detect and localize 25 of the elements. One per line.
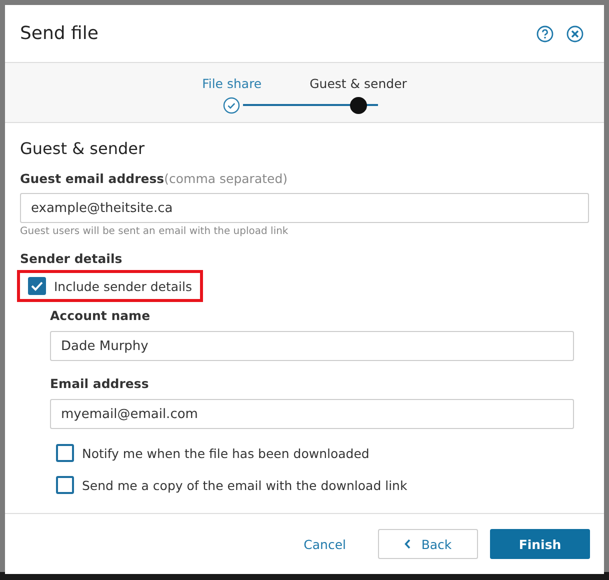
section-title: Guest & sender bbox=[20, 139, 146, 158]
finish-button[interactable]: Finish bbox=[490, 529, 590, 559]
close-icon[interactable] bbox=[566, 24, 584, 42]
group-label: Sender details bbox=[20, 251, 124, 266]
input-field[interactable]: myemail@email.com bbox=[50, 399, 574, 429]
step-label[interactable]: Guest & sender bbox=[310, 76, 407, 91]
field-label: Guest email address bbox=[20, 171, 164, 186]
help-icon[interactable] bbox=[536, 24, 554, 42]
cancel-button[interactable]: Cancel bbox=[284, 529, 366, 559]
dialog-title: Send file bbox=[20, 23, 100, 44]
back-button[interactable]: Back bbox=[378, 529, 478, 559]
checkbox-label: Send me a copy of the email with the download link bbox=[82, 478, 408, 492]
checkbox[interactable] bbox=[28, 277, 46, 295]
guest-email-field[interactable]: example@theitsite.ca bbox=[20, 193, 589, 223]
chevron-left-icon bbox=[404, 539, 412, 549]
checkbox[interactable] bbox=[56, 476, 74, 494]
help-text: Guest users will be sent an email with the upload link bbox=[20, 226, 290, 237]
field-hint: (comma separated) bbox=[164, 171, 288, 186]
field-label: Account name bbox=[50, 308, 152, 323]
step-label[interactable]: File share bbox=[202, 76, 262, 91]
checkbox-label: Notify me when the file has been downloaded bbox=[82, 446, 370, 460]
checkbox[interactable] bbox=[56, 444, 74, 462]
input-field[interactable]: Dade Murphy bbox=[50, 331, 574, 361]
field-label: Email address bbox=[50, 376, 150, 391]
checkbox-label: Include sender details bbox=[54, 278, 192, 294]
